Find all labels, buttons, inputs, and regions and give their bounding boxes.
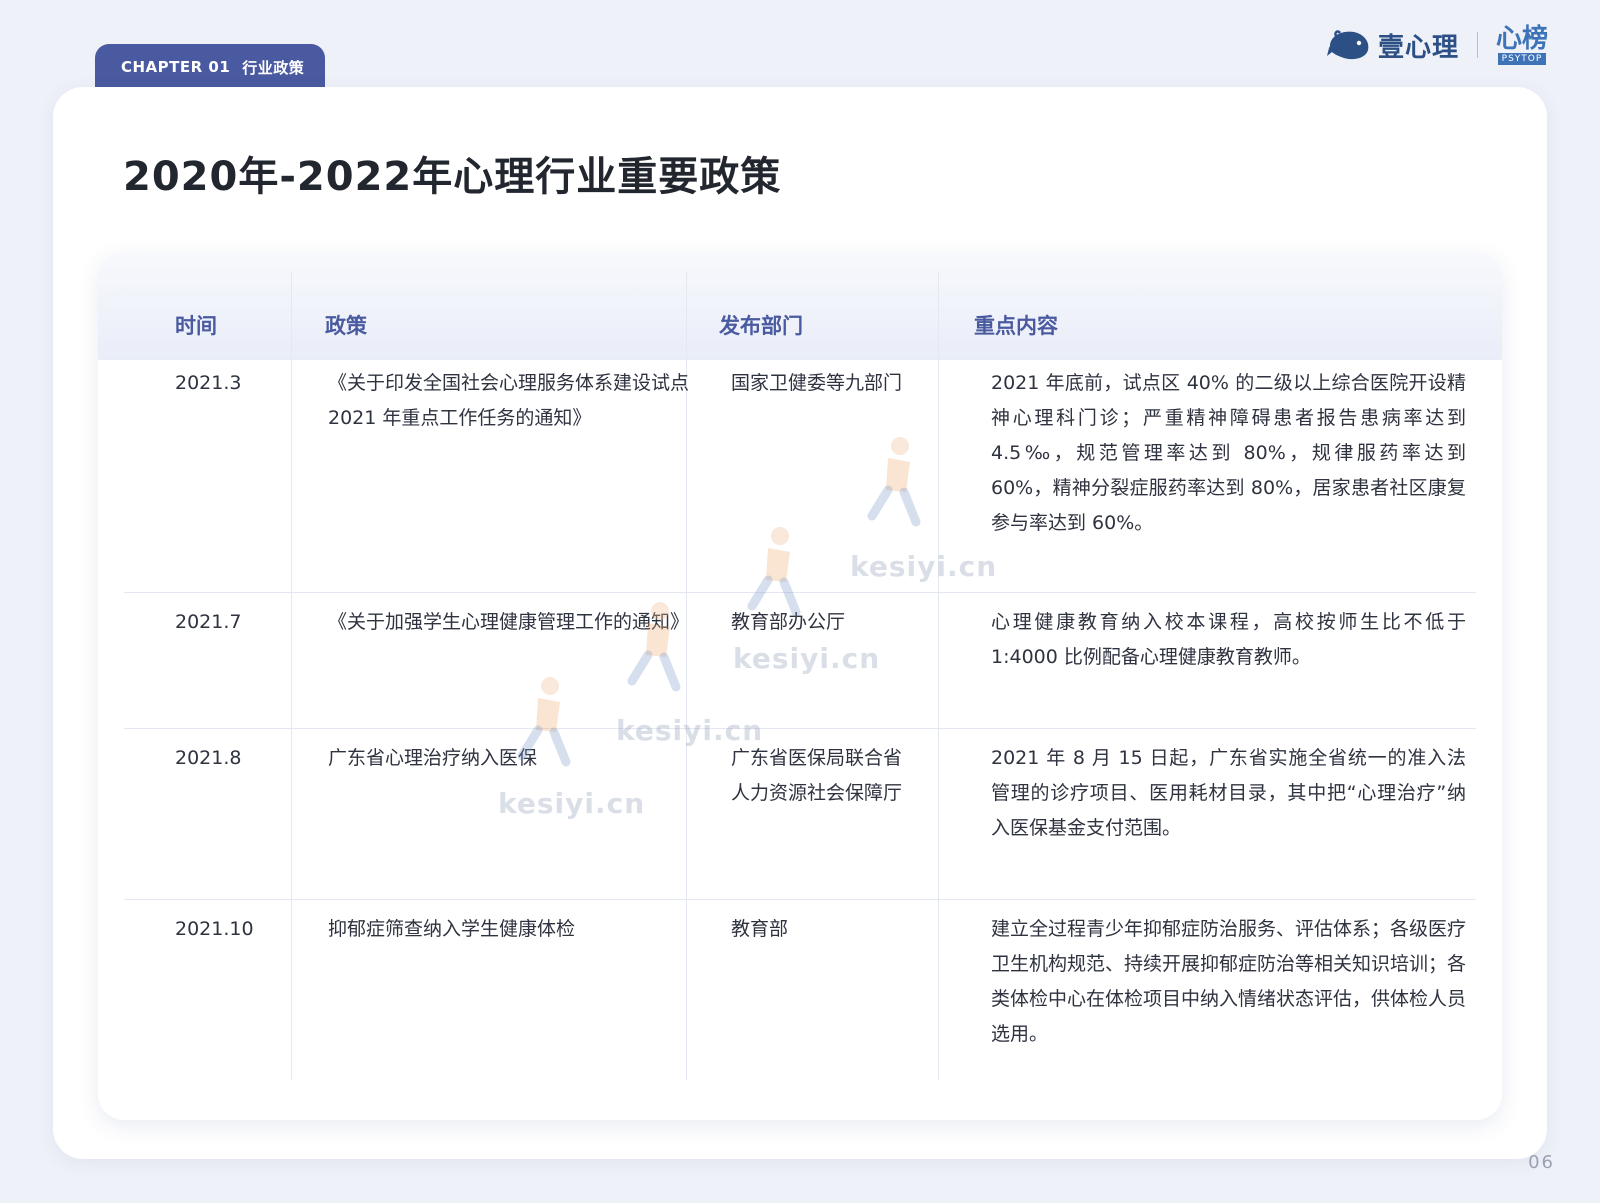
- cell-content: 2021 年底前，试点区 40% 的二级以上综合医院开设精神心理科门诊；严重精神…: [991, 372, 1466, 534]
- cell-policy: 《关于加强学生心理健康管理工作的通知》: [328, 611, 690, 633]
- chapter-tab: CHAPTER 01 行业政策: [95, 44, 325, 90]
- cell-time: 2021.10: [175, 918, 254, 940]
- main-card: 2020年-2022年心理行业重要政策 时间 政策 发布部门 重点内容 2021…: [53, 87, 1547, 1159]
- cell-policy: 广东省心理治疗纳入医保: [328, 747, 538, 769]
- psytop-sub-text: PSYTOP: [1497, 53, 1547, 65]
- page-title: 2020年-2022年心理行业重要政策: [123, 154, 782, 200]
- cell-time: 2021.3: [175, 372, 242, 394]
- cell-dept: 国家卫健委等九部门: [731, 372, 903, 394]
- cell-policy: 《关于印发全国社会心理服务体系建设试点 2021 年重点工作任务的通知》: [328, 372, 690, 429]
- logo-divider: [1476, 32, 1478, 58]
- cell-dept: 教育部办公厅: [731, 611, 846, 633]
- whale-logo-icon: [1326, 28, 1372, 62]
- psytop-logo: 心榜 PSYTOP: [1496, 25, 1548, 65]
- row-divider: [124, 728, 1476, 729]
- policy-table: 时间 政策 发布部门 重点内容 2021.3 《关于印发全国社会心理服务体系建设…: [98, 252, 1502, 1120]
- cell-policy: 抑郁症筛查纳入学生健康体检: [328, 918, 576, 940]
- watermark-text: kesiyi.cn: [498, 787, 646, 820]
- table-header: 时间 政策 发布部门 重点内容: [98, 252, 1502, 360]
- chapter-number: CHAPTER 01: [121, 58, 231, 76]
- cell-dept: 教育部: [731, 918, 789, 940]
- header-policy: 政策: [325, 314, 367, 338]
- psytop-main-text: 心榜: [1495, 24, 1548, 54]
- cell-content: 2021 年 8 月 15 日起，广东省实施全省统一的准入法管理的诊疗项目、医用…: [991, 747, 1466, 839]
- cell-content: 心理健康教育纳入校本课程，高校按师生比不低于 1:4000 比例配备心理健康教育…: [991, 611, 1466, 668]
- brand-logos: 壹心理 心榜 PSYTOP: [1326, 22, 1548, 68]
- row-divider: [124, 899, 1476, 900]
- brand-name: 壹心理: [1377, 32, 1459, 63]
- header-time: 时间: [175, 314, 217, 338]
- page-number: 06: [1528, 1152, 1555, 1173]
- header-dept: 发布部门: [719, 314, 803, 338]
- watermark-figure-icon: [867, 437, 921, 527]
- cell-content: 建立全过程青少年抑郁症防治服务、评估体系；各级医疗卫生机构规范、持续开展抑郁症防…: [991, 918, 1467, 1045]
- column-divider: [938, 272, 939, 1080]
- watermark-text: kesiyi.cn: [850, 550, 998, 583]
- cell-time: 2021.8: [175, 747, 242, 769]
- cell-dept: 广东省医保局联合省人力资源社会保障厅: [731, 747, 903, 804]
- cell-time: 2021.7: [175, 611, 242, 633]
- header-content: 重点内容: [974, 314, 1058, 338]
- chapter-title: 行业政策: [242, 58, 305, 77]
- row-divider: [124, 592, 1476, 593]
- watermark-text: kesiyi.cn: [733, 642, 881, 675]
